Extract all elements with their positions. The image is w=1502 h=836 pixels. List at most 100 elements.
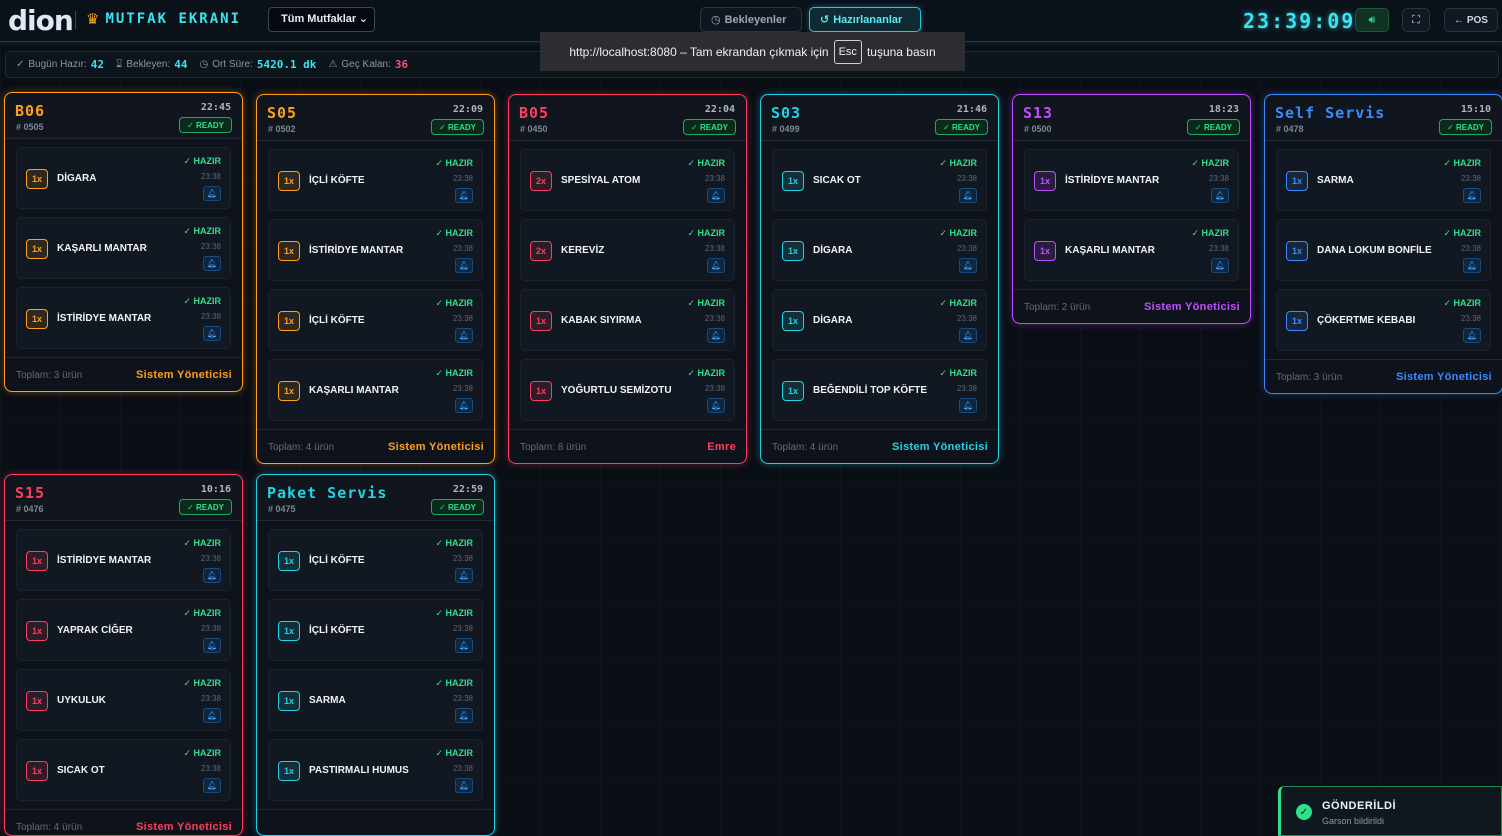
item-name: İSTİRİDYE MANTAR [309,245,404,256]
bell-icon[interactable]: 🔔︎ [1463,258,1481,273]
order-item[interactable]: 1x KAŞARLI MANTAR ✓ HAZIR 23:38 🔔︎ [1024,219,1239,281]
order-item[interactable]: 1x YOĞURTLU SEMİZOTU ✓ HAZIR 23:38 🔔︎ [520,359,735,421]
bell-icon[interactable]: 🔔︎ [203,186,221,201]
bell-icon[interactable]: 🔔︎ [707,398,725,413]
bell-icon[interactable]: 🔔︎ [455,778,473,793]
tab-preparing[interactable]: ↺ Hazırlananlar [809,7,921,32]
order-item[interactable]: 1x UYKULUK ✓ HAZIR 23:38 🔔︎ [16,669,231,731]
order-item[interactable]: 2x KEREVİZ ✓ HAZIR 23:38 🔔︎ [520,219,735,281]
app-logo[interactable]: dion [8,4,74,37]
bell-icon[interactable]: 🔔︎ [455,188,473,203]
item-name: DİGARA [57,173,97,184]
bell-icon[interactable]: 🔔︎ [455,708,473,723]
kitchen-select[interactable]: Tüm Mutfaklar ⌄ [268,7,375,32]
order-card-header: S13 # 0500 18:23 ✓ READY [1013,95,1250,141]
item-time: 23:38 [452,694,473,703]
stat-value: 42 [90,58,105,71]
order-item[interactable]: 1x İSTİRİDYE MANTAR ✓ HAZIR 23:38 🔔︎ [16,529,231,591]
fullscreen-button[interactable]: ⛶ [1402,8,1430,32]
order-card[interactable]: S13 # 0500 18:23 ✓ READY 1x İSTİRİDYE MA… [1012,94,1251,324]
order-number: # 0476 [16,504,44,514]
bell-icon[interactable]: 🔔︎ [959,258,977,273]
order-item[interactable]: 1x PASTIRMALI HUMUS ✓ HAZIR 23:38 🔔︎ [268,739,483,801]
order-card[interactable]: B05 # 0450 22:04 ✓ READY 2x SPESİYAL ATO… [508,94,747,464]
bell-icon[interactable]: 🔔︎ [959,398,977,413]
table-name: S03 [771,104,802,122]
bell-icon[interactable]: 🔔︎ [455,568,473,583]
order-card-header: Self Servis # 0478 15:10 ✓ READY [1265,95,1502,141]
bell-icon[interactable]: 🔔︎ [959,328,977,343]
ready-badge[interactable]: ✓ READY [935,119,988,135]
order-card[interactable]: S15 # 0476 10:16 ✓ READY 1x İSTİRİDYE MA… [4,474,243,836]
stat-value: 44 [174,58,188,71]
ready-badge[interactable]: ✓ READY [1439,119,1492,135]
bell-icon[interactable]: 🔔︎ [707,328,725,343]
item-quantity: 1x [278,381,300,401]
order-item[interactable]: 1x ÇÖKERTME KEBABI ✓ HAZIR 23:38 🔔︎ [1276,289,1491,351]
bell-icon[interactable]: 🔔︎ [1463,328,1481,343]
item-status-ready: ✓ HAZIR [183,226,221,236]
bell-icon[interactable]: 🔔︎ [1211,188,1229,203]
order-item[interactable]: 1x KABAK SIYIRMA ✓ HAZIR 23:38 🔔︎ [520,289,735,351]
ready-badge[interactable]: ✓ READY [431,499,484,515]
bell-icon[interactable]: 🔔︎ [203,778,221,793]
bell-icon[interactable]: 🔔︎ [455,258,473,273]
order-item[interactable]: 1x DİGARA ✓ HAZIR 23:38 🔔︎ [772,289,987,351]
order-item[interactable]: 2x SPESİYAL ATOM ✓ HAZIR 23:38 🔔︎ [520,149,735,211]
order-item[interactable]: 1x İSTİRİDYE MANTAR ✓ HAZIR 23:38 🔔︎ [268,219,483,281]
order-item[interactable]: 1x İÇLİ KÖFTE ✓ HAZIR 23:38 🔔︎ [268,289,483,351]
item-quantity: 1x [1286,171,1308,191]
order-card[interactable]: S05 # 0502 22:09 ✓ READY 1x İÇLİ KÖFTE ✓… [256,94,495,464]
order-card[interactable]: S03 # 0499 21:46 ✓ READY 1x SICAK OT ✓ H… [760,94,999,464]
item-name: KAŞARLI MANTAR [309,385,399,396]
order-item[interactable]: 1x KAŞARLI MANTAR ✓ HAZIR 23:38 🔔︎ [268,359,483,421]
order-item[interactable]: 1x DANA LOKUM BONFİLE ✓ HAZIR 23:38 🔔︎ [1276,219,1491,281]
bell-icon[interactable]: 🔔︎ [707,188,725,203]
bell-icon[interactable]: 🔔︎ [455,328,473,343]
bell-icon[interactable]: 🔔︎ [455,398,473,413]
order-item[interactable]: 1x SARMA ✓ HAZIR 23:38 🔔︎ [1276,149,1491,211]
bell-icon[interactable]: 🔔︎ [455,638,473,653]
bell-icon[interactable]: 🔔︎ [203,568,221,583]
ready-badge[interactable]: ✓ READY [683,119,736,135]
hourglass-icon: ⌛︎ [116,59,123,70]
order-item[interactable]: 1x DİGARA ✓ HAZIR 23:38 🔔︎ [772,219,987,281]
pos-button[interactable]: ← POS [1444,8,1498,32]
kitchen-select-value: Tüm Mutfaklar [281,13,357,25]
order-time: 22:04 [704,104,735,115]
bell-icon[interactable]: 🔔︎ [203,708,221,723]
order-item[interactable]: 1x DİGARA ✓ HAZIR 23:38 🔔︎ [16,147,231,209]
order-item[interactable]: 1x YAPRAK CİĞER ✓ HAZIR 23:38 🔔︎ [16,599,231,661]
order-item[interactable]: 1x SARMA ✓ HAZIR 23:38 🔔︎ [268,669,483,731]
bell-icon[interactable]: 🔔︎ [203,256,221,271]
order-item[interactable]: 1x SICAK OT ✓ HAZIR 23:38 🔔︎ [772,149,987,211]
order-item[interactable]: 1x BEĞENDİLİ TOP KÖFTE ✓ HAZIR 23:38 🔔︎ [772,359,987,421]
order-item[interactable]: 1x İÇLİ KÖFTE ✓ HAZIR 23:38 🔔︎ [268,529,483,591]
bell-icon[interactable]: 🔔︎ [203,326,221,341]
item-status-ready: ✓ HAZIR [687,368,725,378]
bell-icon[interactable]: 🔔︎ [203,638,221,653]
order-item[interactable]: 1x KAŞARLI MANTAR ✓ HAZIR 23:38 🔔︎ [16,217,231,279]
order-item[interactable]: 1x İSTİRİDYE MANTAR ✓ HAZIR 23:38 🔔︎ [1024,149,1239,211]
bell-icon[interactable]: 🔔︎ [959,188,977,203]
ready-badge[interactable]: ✓ READY [179,499,232,515]
volume-button[interactable]: 🔊︎ [1355,8,1389,32]
notification-toast[interactable]: ✓ GÖNDERİLDİ Garson bildirildi [1278,786,1502,836]
order-item[interactable]: 1x İÇLİ KÖFTE ✓ HAZIR 23:38 🔔︎ [268,599,483,661]
pos-label: POS [1466,14,1488,26]
ready-badge[interactable]: ✓ READY [179,117,232,133]
bell-icon[interactable]: 🔔︎ [1463,188,1481,203]
item-status-ready: ✓ HAZIR [1443,228,1481,238]
bell-icon[interactable]: 🔔︎ [1211,258,1229,273]
ready-badge[interactable]: ✓ READY [431,119,484,135]
order-card-footer: Toplam: 2 ürün Sistem Yöneticisi [1013,289,1250,323]
order-item[interactable]: 1x İÇLİ KÖFTE ✓ HAZIR 23:38 🔔︎ [268,149,483,211]
ready-badge[interactable]: ✓ READY [1187,119,1240,135]
order-card[interactable]: B06 # 0505 22:45 ✓ READY 1x DİGARA ✓ HAZ… [4,92,243,392]
order-item[interactable]: 1x SICAK OT ✓ HAZIR 23:38 🔔︎ [16,739,231,801]
order-item[interactable]: 1x İSTİRİDYE MANTAR ✓ HAZIR 23:38 🔔︎ [16,287,231,349]
order-card[interactable]: Paket Servis # 0475 22:59 ✓ READY 1x İÇL… [256,474,495,836]
tab-waiting[interactable]: ◷ Bekleyenler [700,7,802,32]
order-card[interactable]: Self Servis # 0478 15:10 ✓ READY 1x SARM… [1264,94,1502,394]
bell-icon[interactable]: 🔔︎ [707,258,725,273]
